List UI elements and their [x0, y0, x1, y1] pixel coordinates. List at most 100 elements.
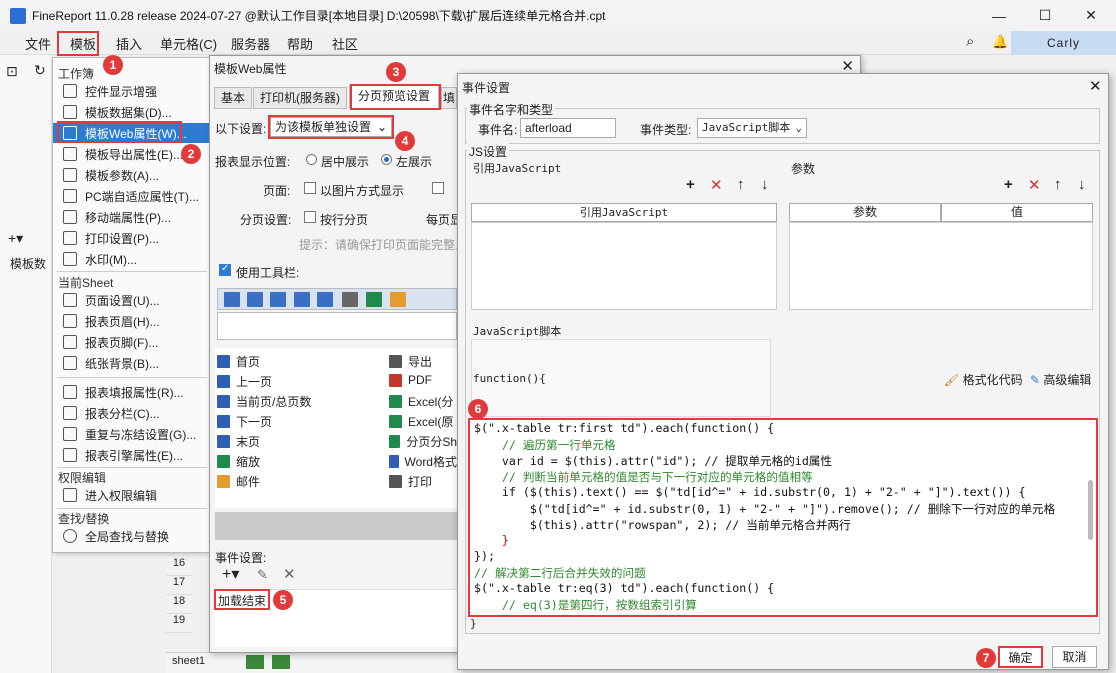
menu-item-parameters[interactable]: 模板参数(A)...: [53, 165, 209, 185]
btn-page-count[interactable]: 当前页/总页数: [217, 393, 311, 410]
delete-icon[interactable]: ✕: [283, 565, 296, 583]
menu-item-pc-adaptive[interactable]: PC端自适应属性(T)...: [53, 186, 209, 206]
btn-email[interactable]: 邮件: [217, 473, 260, 490]
last-page-icon[interactable]: [317, 292, 333, 307]
search-icon[interactable]: ⌕: [966, 33, 974, 50]
close-window-button[interactable]: ✕: [1068, 0, 1114, 31]
value-column-header: 值: [941, 203, 1093, 222]
cancel-button[interactable]: 取消: [1052, 646, 1097, 668]
bell-icon[interactable]: 🔔: [992, 34, 1008, 50]
user-badge[interactable]: Carly: [1011, 31, 1116, 55]
menu-item-dataset[interactable]: 模板数据集(D)...: [53, 102, 209, 122]
code-line: $(this).attr("rowspan", 2); // 当前单元格合并两行: [474, 518, 851, 532]
next-page-icon[interactable]: [294, 292, 310, 307]
btn-previous-page[interactable]: 上一页: [217, 373, 272, 390]
code-line: // 判断当前单元格的值是否与下一行对应的单元格的值相等: [474, 470, 813, 484]
ref-js-column-header: 引用JavaScript: [471, 203, 777, 222]
format-code-button[interactable]: 🖌 格式化代码: [944, 371, 1023, 388]
menu-cell[interactable]: 单元格(C): [160, 34, 217, 53]
add-ref-js-button[interactable]: +: [686, 176, 695, 193]
ok-button[interactable]: 确定: [998, 646, 1043, 668]
tab-basic[interactable]: 基本: [214, 87, 252, 109]
menu-item-freeze[interactable]: 重复与冻结设置(G)...: [53, 424, 209, 444]
btn-zoom[interactable]: 缩放: [217, 453, 260, 470]
btn-export[interactable]: 导出: [389, 353, 457, 370]
printer-icon[interactable]: [342, 292, 358, 307]
first-page-icon[interactable]: [224, 292, 240, 307]
advanced-edit-button[interactable]: ✎ 高级编辑: [1030, 371, 1091, 388]
menu-item-columns[interactable]: 报表分栏(C)...: [53, 403, 209, 423]
radio-center[interactable]: [306, 154, 317, 165]
menu-item-engine[interactable]: 报表引擎属性(E)...: [53, 445, 209, 465]
menu-community[interactable]: 社区: [332, 34, 358, 53]
btn-excel-original[interactable]: Excel(原: [389, 413, 457, 430]
radio-left-label: 左展示: [396, 155, 433, 169]
add-poly-sheet-icon[interactable]: [272, 655, 290, 669]
param-table: [789, 222, 1093, 310]
export-icon: [389, 355, 402, 368]
menu-item-print[interactable]: 打印设置(P)...: [53, 228, 209, 248]
menu-item-permission-edit[interactable]: 进入权限编辑: [53, 485, 209, 505]
tab-fill[interactable]: 填: [441, 87, 457, 109]
move-up-icon[interactable]: ↑: [1054, 176, 1062, 193]
menu-item-find-replace[interactable]: 全局查找与替换: [53, 526, 209, 546]
menu-server[interactable]: 服务器: [231, 34, 270, 53]
export-icon[interactable]: [366, 292, 382, 307]
code-editor[interactable]: $(".x-table tr:first td").each(function(…: [468, 418, 1098, 617]
menu-item-mobile[interactable]: 移动端属性(P)...: [53, 207, 209, 227]
btn-pdf[interactable]: PDF: [389, 373, 457, 387]
row-number: 19: [166, 614, 192, 633]
tab-printer[interactable]: 打印机(服务器): [253, 87, 347, 109]
previous-page-icon[interactable]: [247, 292, 263, 307]
btn-excel-sheet[interactable]: 分页分Sh: [389, 433, 457, 450]
btn-word[interactable]: Word格式: [389, 453, 457, 470]
menu-item-footer[interactable]: 报表页脚(F)...: [53, 332, 209, 352]
mail-icon[interactable]: [390, 292, 406, 307]
minimize-button[interactable]: —: [976, 0, 1022, 31]
menu-item-header[interactable]: 报表页眉(H)...: [53, 311, 209, 331]
maximize-button[interactable]: ☐: [1022, 0, 1068, 31]
menu-item-background[interactable]: 纸张背景(B)...: [53, 353, 209, 373]
callout-box-web-properties: [57, 121, 182, 143]
close-icon[interactable]: ✕: [1089, 77, 1102, 95]
radio-left[interactable]: [381, 154, 392, 165]
add-param-button[interactable]: +: [1004, 176, 1013, 193]
row-paging-checkbox[interactable]: [304, 211, 316, 223]
menu-insert[interactable]: 插入: [116, 34, 142, 53]
refresh-icon[interactable]: ↻: [34, 62, 46, 79]
add-icon[interactable]: +▾: [8, 230, 23, 247]
move-down-icon[interactable]: ↓: [761, 176, 769, 193]
btn-last-page[interactable]: 末页: [217, 433, 260, 450]
menu-item-watermark[interactable]: 水印(M)...: [53, 249, 209, 269]
edit-icon[interactable]: ✎: [257, 567, 268, 583]
function-open: function(){: [473, 372, 546, 385]
delete-param-button[interactable]: ✕: [1028, 176, 1041, 194]
code-scrollbar[interactable]: [1088, 480, 1093, 540]
move-up-icon[interactable]: ↑: [737, 176, 745, 193]
menu-item-page-setup[interactable]: 页面设置(U)...: [53, 290, 209, 310]
btn-first-page[interactable]: 首页: [217, 353, 260, 370]
paging-label: 分页设置:: [240, 213, 292, 227]
add-sheet-icon[interactable]: [246, 655, 264, 669]
radio-center-label: 居中展示: [321, 155, 370, 169]
btn-excel-paged[interactable]: Excel(分: [389, 393, 457, 410]
btn-print[interactable]: 打印: [389, 473, 457, 490]
tree-toolbar-icon[interactable]: ⊡: [6, 63, 18, 80]
menu-separator: [57, 508, 207, 509]
word-icon: [389, 455, 399, 468]
add-icon[interactable]: +▾: [222, 564, 239, 584]
menu-file[interactable]: 文件: [25, 34, 51, 53]
event-type-select[interactable]: JavaScript脚本 ⌄: [697, 118, 807, 138]
event-name-input[interactable]: afterload: [520, 118, 616, 138]
menu-item-widget-enhance[interactable]: 控件显示增强: [53, 81, 209, 101]
menu-item-fill-properties[interactable]: 报表填报属性(R)...: [53, 382, 209, 402]
menu-help[interactable]: 帮助: [287, 34, 313, 53]
page-count-icon[interactable]: [270, 292, 286, 307]
delete-ref-js-button[interactable]: ✕: [710, 176, 723, 194]
sheet-tab[interactable]: sheet1: [172, 655, 205, 667]
move-down-icon[interactable]: ↓: [1078, 176, 1086, 193]
image-display-checkbox[interactable]: [304, 182, 316, 194]
btn-next-page[interactable]: 下一页: [217, 413, 272, 430]
page-option-checkbox[interactable]: [432, 182, 444, 194]
use-toolbar-checkbox[interactable]: [219, 263, 231, 276]
